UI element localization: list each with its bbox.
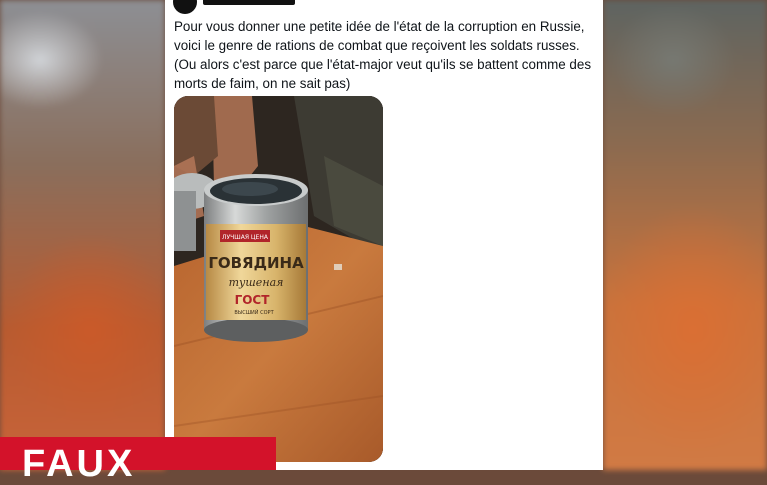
tweet-header xyxy=(173,0,373,14)
tweet-text-line: (Ou alors c'est parce que l'état-major v… xyxy=(174,57,592,72)
avatar[interactable] xyxy=(173,0,197,14)
can-banner-text: ЛУЧШАЯ ЦЕНА xyxy=(222,234,269,241)
can-main-text: ГОВЯДИНА xyxy=(208,254,304,272)
tweet-text-line: voici le genre de rations de combat que … xyxy=(174,38,580,53)
tweet-text-line: Pour vous donner une petite idée de l'ét… xyxy=(174,19,585,34)
tweet-text-line: morts de faim, on ne sait pas) xyxy=(174,76,351,91)
tweet-text: Pour vous donner une petite idée de l'ét… xyxy=(174,17,594,93)
tweet-video[interactable]: ЛУЧШАЯ ЦЕНА ГОВЯДИНА тушеная ГОСТ ВЫСШИЙ… xyxy=(174,96,383,462)
blurred-background-right xyxy=(603,0,767,470)
verdict-label: FAUX xyxy=(22,443,136,485)
can-standard-text: ГОСТ xyxy=(235,293,271,307)
can-grade-text: ВЫСШИЙ СОРТ xyxy=(234,309,274,316)
redacted-username xyxy=(203,0,295,5)
can-sub-text: тушеная xyxy=(229,276,284,289)
video-frame: ЛУЧШАЯ ЦЕНА ГОВЯДИНА тушеная ГОСТ ВЫСШИЙ… xyxy=(174,96,383,462)
tweet-card: Pour vous donner une petite idée de l'ét… xyxy=(165,0,603,470)
blurred-background-left xyxy=(0,0,165,470)
verdict-banner: FAUX xyxy=(0,437,276,483)
